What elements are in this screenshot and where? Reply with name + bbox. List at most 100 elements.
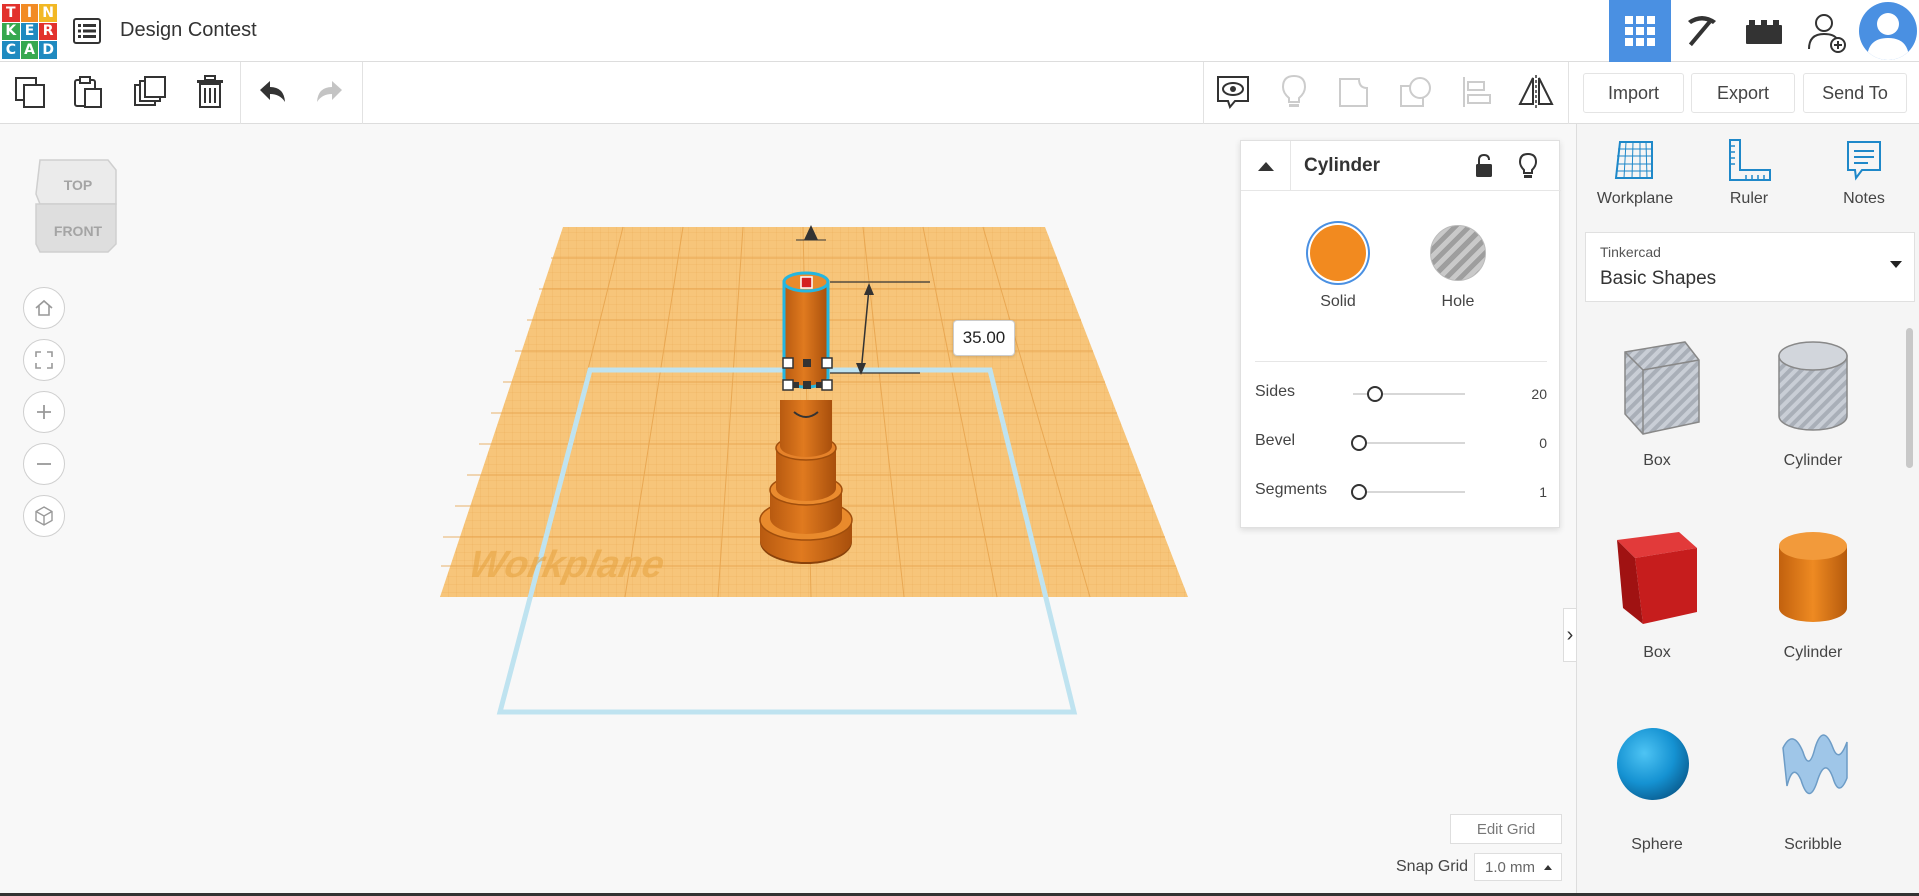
bevel-slider-track[interactable] [1353, 442, 1465, 444]
notes-icon [1847, 141, 1881, 181]
shape-scribble[interactable]: Scribble [1743, 708, 1883, 858]
avatar-icon [1867, 13, 1909, 60]
notes-visibility-icon [1217, 76, 1249, 110]
hole-label: Hole [1441, 293, 1475, 310]
segments-slider-knob[interactable] [1351, 484, 1367, 500]
logo-letter: C [2, 41, 20, 59]
export-button[interactable]: Export [1691, 73, 1795, 113]
logo-letter: T [2, 4, 20, 22]
cylinder-icon [1779, 532, 1847, 622]
grid-view-button[interactable] [1609, 0, 1671, 62]
edit-grid-button[interactable]: Edit Grid [1450, 814, 1562, 844]
snap-grid-select[interactable]: 1.0 mm [1474, 853, 1562, 881]
sides-value[interactable]: 20 [1509, 386, 1547, 402]
unlock-icon [1476, 154, 1492, 177]
group-button[interactable] [1335, 72, 1375, 112]
undo-button[interactable] [252, 72, 292, 112]
paste-icon [74, 76, 102, 108]
bevel-slider-knob[interactable] [1351, 435, 1367, 451]
paste-button[interactable] [68, 72, 108, 112]
segments-label: Segments [1255, 481, 1328, 498]
workplane-tool[interactable]: Workplane [1580, 138, 1690, 218]
logo-letter: E [20, 22, 39, 41]
shape-cylinder[interactable]: Cylinder [1743, 516, 1883, 666]
duplicate-icon [134, 76, 166, 106]
bricks-view-button[interactable] [1733, 0, 1795, 62]
shape-box[interactable]: Box [1587, 516, 1727, 666]
caret-down-icon [1890, 261, 1902, 268]
hide-button[interactable] [1513, 151, 1543, 181]
hole-swatch[interactable] [1430, 225, 1486, 281]
solid-color-swatch[interactable] [1310, 225, 1366, 281]
bevel-label: Bevel [1255, 432, 1296, 449]
logo-letter: N [39, 4, 57, 22]
snap-grid-label: Snap Grid [1396, 858, 1469, 875]
bevel-value[interactable]: 0 [1509, 435, 1547, 451]
sides-slider-knob[interactable] [1367, 386, 1383, 402]
mirror-button[interactable] [1516, 72, 1556, 112]
shapes-scrollbar[interactable] [1906, 328, 1913, 468]
duplicate-button[interactable] [130, 72, 170, 112]
design-list-icon[interactable] [73, 18, 101, 44]
tinkercad-logo[interactable]: TIN KER CAD [2, 4, 57, 59]
workplane-tool-label: Workplane [1596, 190, 1674, 207]
box-icon [1617, 532, 1697, 624]
ruler-icon [1729, 139, 1771, 181]
delete-button[interactable] [190, 72, 230, 112]
notes-tool[interactable]: Notes [1809, 138, 1919, 218]
send-to-button[interactable]: Send To [1803, 73, 1907, 113]
library-name: Basic Shapes [1600, 268, 1717, 289]
3d-viewport[interactable]: TOP FRONT Workplane 35.00 Cylinder Solid… [0, 124, 1576, 896]
shape-label: Sphere [1631, 836, 1683, 853]
grid-view-icon [1625, 16, 1655, 46]
lock-button[interactable] [1469, 151, 1499, 181]
shape-label: Box [1643, 452, 1671, 469]
ruler-tool-label: Ruler [1729, 190, 1769, 207]
delete-icon [197, 75, 223, 108]
align-button[interactable] [1457, 72, 1497, 112]
shape-label: Cylinder [1783, 644, 1843, 661]
lightbulb-icon [1281, 74, 1307, 107]
shapes-panel-toggle[interactable]: › [1563, 608, 1576, 662]
chevron-up-icon [1257, 162, 1274, 171]
chevron-right-icon: › [1566, 623, 1574, 646]
collapse-inspector-button[interactable] [1241, 141, 1291, 191]
mirror-icon [1518, 75, 1554, 109]
minecraft-view-button[interactable] [1671, 0, 1733, 62]
segments-value[interactable]: 1 [1509, 484, 1547, 500]
add-user-icon [1808, 14, 1846, 53]
ungroup-button[interactable] [1396, 72, 1436, 112]
hole-box-icon [1624, 341, 1700, 435]
logo-letter: I [20, 4, 39, 22]
design-title[interactable]: Design Contest [120, 19, 257, 42]
redo-button[interactable] [310, 72, 350, 112]
ruler-tool[interactable]: Ruler [1694, 138, 1804, 218]
notes-visibility-button[interactable] [1213, 72, 1253, 112]
shape-sphere[interactable]: Sphere [1587, 708, 1727, 858]
logo-letter: R [39, 22, 57, 41]
invite-user-button[interactable] [1795, 0, 1857, 62]
light-button[interactable] [1274, 72, 1314, 112]
notes-tool-label: Notes [1843, 190, 1885, 207]
toolbar-divider [1568, 62, 1569, 124]
shape-label: Scribble [1784, 836, 1842, 853]
shape-library-select[interactable]: Tinkercad Basic Shapes [1585, 232, 1915, 302]
shape-label: Cylinder [1783, 452, 1843, 469]
align-icon [1463, 77, 1491, 107]
user-avatar[interactable] [1859, 2, 1917, 60]
inspector-header: Cylinder [1241, 141, 1561, 191]
main-toolbar: Import Export Send To [0, 62, 1919, 124]
shape-inspector: Cylinder Solid Hole Sides 20 Bevel 0 Seg… [1240, 140, 1561, 528]
workplane-icon [1614, 141, 1653, 179]
shapes-panel: Workplane Ruler Notes Tinkercad Basic Sh… [1576, 124, 1919, 896]
height-dimension-input[interactable]: 35.00 [953, 320, 1015, 356]
import-button[interactable]: Import [1583, 73, 1684, 113]
sphere-icon [1617, 728, 1689, 800]
shape-list: Box Cylinder Box Cylinder Sphere Scribbl… [1585, 324, 1907, 896]
segments-slider-track[interactable] [1353, 491, 1465, 493]
height-handle[interactable] [800, 276, 813, 289]
group-icon [1339, 78, 1368, 107]
shape-hole-box[interactable]: Box [1587, 324, 1727, 474]
shape-hole-cylinder[interactable]: Cylinder [1743, 324, 1883, 474]
copy-button[interactable] [10, 72, 50, 112]
